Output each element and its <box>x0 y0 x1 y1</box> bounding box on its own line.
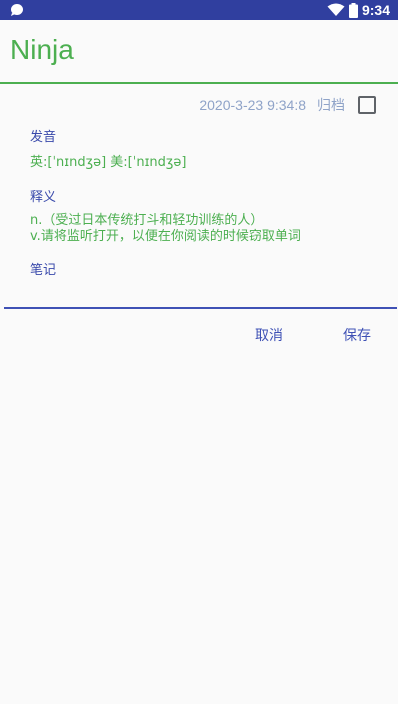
battery-icon <box>348 2 358 18</box>
definition-line-1: n.（受过日本传统打斗和轻功训练的人） <box>30 213 264 228</box>
pronunciation-label: 发音 <box>30 130 57 145</box>
status-right: 9:34 <box>327 1 390 19</box>
notes-input-underline[interactable] <box>4 307 397 309</box>
entry-timestamp: 2020-3-23 9:34:8 <box>199 97 306 113</box>
app-title: Ninja <box>10 34 74 65</box>
status-time: 9:34 <box>361 2 390 18</box>
pronunciation-text: 英:[ˈnɪndʒə] 美:[ˈnɪndʒə] <box>30 155 187 170</box>
entry-meta-row: 2020-3-23 9:34:8 归档 <box>199 95 376 115</box>
app-bar: Ninja <box>0 20 398 84</box>
definition-line-2: v.请将监听打开，以便在你阅读的时候窃取单词 <box>30 229 301 244</box>
notes-label: 笔记 <box>30 263 57 278</box>
definition-label: 释义 <box>30 190 57 205</box>
wifi-icon <box>327 3 345 16</box>
archive-checkbox[interactable] <box>358 96 376 114</box>
save-button[interactable]: 保存 <box>343 325 371 347</box>
cancel-button[interactable]: 取消 <box>255 325 283 347</box>
archive-label: 归档 <box>317 98 345 114</box>
app-notification-icon <box>11 4 23 16</box>
status-bar: 9:34 <box>0 0 398 20</box>
